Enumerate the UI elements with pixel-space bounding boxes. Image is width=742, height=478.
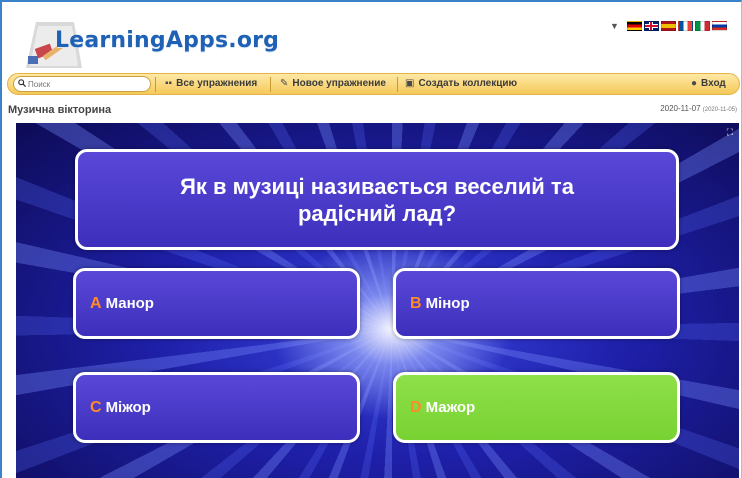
new-exercise-button[interactable]: ✎ Новое упражнение — [280, 78, 386, 89]
flag-gb-icon[interactable] — [643, 21, 659, 31]
answer-text: Манор — [105, 295, 154, 312]
answer-text: Мажор — [425, 399, 476, 416]
language-selector[interactable]: ▼ — [610, 21, 727, 31]
quiz-area: ⛶ Як в музиці називається веселий та рад… — [16, 123, 739, 478]
date-created: 2020-11-07 — [660, 104, 701, 113]
collection-icon: ▣ — [405, 78, 415, 89]
all-exercises-label: Все упражнения — [176, 78, 258, 89]
toolbar-divider — [397, 77, 398, 92]
toolbar-divider — [155, 77, 156, 92]
new-exercise-label: Новое упражнение — [292, 78, 386, 89]
pencil-icon: ✎ — [280, 78, 289, 89]
answer-letter: D — [410, 398, 422, 416]
flag-es-icon[interactable] — [660, 21, 676, 31]
grid-icon: ▪▪ — [165, 78, 173, 89]
create-collection-label: Создать коллекцию — [418, 78, 518, 89]
flag-it-icon[interactable] — [694, 21, 710, 31]
answer-text: Мінор — [425, 295, 470, 312]
login-label: Вход — [701, 78, 726, 89]
flag-ru-icon[interactable] — [711, 21, 727, 31]
answer-option-a[interactable]: A Манор — [73, 268, 360, 339]
site-logo-text[interactable]: LearningApps.org — [55, 28, 279, 53]
search-input[interactable] — [13, 76, 151, 92]
page-title: Музична вікторина — [8, 104, 112, 116]
question-text: Як в музиці називається веселий та радіс… — [180, 173, 574, 226]
answer-text: Міжор — [105, 399, 151, 416]
answer-letter: B — [410, 294, 422, 312]
flag-de-icon[interactable] — [626, 21, 642, 31]
main-toolbar: ▪▪ Все упражнения ✎ Новое упражнение ▣ С… — [7, 73, 740, 95]
toolbar-divider — [270, 77, 271, 92]
answer-option-b[interactable]: B Мінор — [393, 268, 680, 339]
fullscreen-icon[interactable]: ⛶ — [727, 127, 733, 138]
answer-letter: A — [90, 294, 102, 312]
triangle-down-icon[interactable]: ▼ — [610, 21, 619, 31]
answer-letter: C — [90, 398, 102, 416]
page-date: 2020-11-07 (2020-11-05) — [660, 104, 737, 113]
flag-fr-icon[interactable] — [677, 21, 693, 31]
all-exercises-button[interactable]: ▪▪ Все упражнения — [165, 78, 257, 89]
question-box: Як в музиці називається веселий та радіс… — [75, 149, 679, 250]
login-button[interactable]: ● Вход — [691, 78, 726, 89]
create-collection-button[interactable]: ▣ Создать коллекцию — [405, 78, 517, 89]
answer-option-d[interactable]: D Мажор — [393, 372, 680, 443]
search-icon — [18, 79, 26, 87]
date-modified: (2020-11-05) — [702, 107, 737, 113]
answer-option-c[interactable]: C Міжор — [73, 372, 360, 443]
user-icon: ● — [691, 78, 698, 89]
